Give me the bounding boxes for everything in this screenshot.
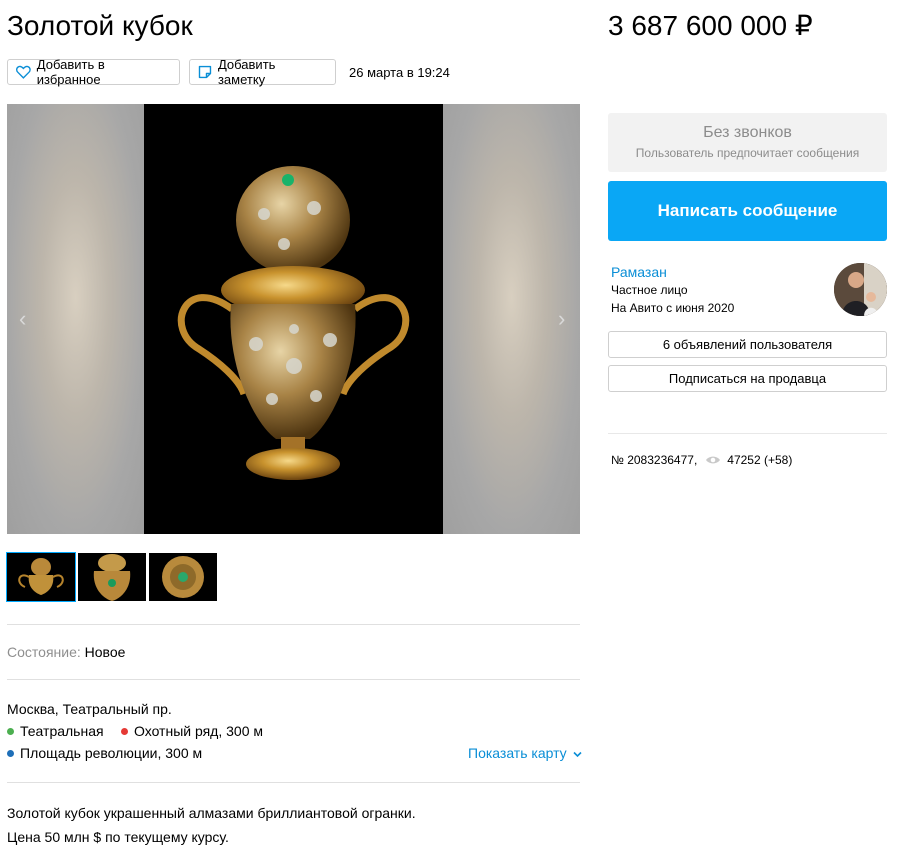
add-to-favorites-label: Добавить в избранное xyxy=(36,57,105,87)
divider xyxy=(608,433,887,434)
no-calls-title: Без звонков xyxy=(703,124,792,141)
view-count: 47252 (+58) xyxy=(727,453,793,467)
show-map-link[interactable]: Показать карту xyxy=(468,745,582,761)
no-calls-subtitle: Пользователь предпочитает сообщения xyxy=(635,146,860,160)
seller-type: Частное лицо xyxy=(611,283,688,297)
metro-dot xyxy=(121,728,128,735)
avatar[interactable] xyxy=(834,263,887,316)
chevron-left-icon[interactable]: ‹ xyxy=(19,308,26,330)
photo-gallery: ‹ › xyxy=(7,104,580,534)
main-photo[interactable] xyxy=(144,104,443,534)
metro-name: Площадь революции, 300 м xyxy=(20,745,203,761)
listing-date: 26 марта в 19:24 xyxy=(349,65,450,80)
listing-number: № 2083236477, xyxy=(611,453,698,467)
thumbnail-cup-image xyxy=(7,553,75,601)
metro-station: Охотный ряд, 300 м xyxy=(121,720,263,742)
golden-cup-image xyxy=(144,104,443,534)
metro-name: Охотный ряд, 300 м xyxy=(134,723,264,739)
metro-station: Театральная xyxy=(7,720,104,742)
listing-meta: № 2083236477, 47252 (+58) xyxy=(611,453,792,467)
show-map-label: Показать карту xyxy=(468,745,567,761)
add-to-favorites-button[interactable]: Добавить в избранное xyxy=(7,57,180,87)
subscribe-seller-button[interactable]: Подписаться на продавца xyxy=(608,365,887,392)
metro-dot xyxy=(7,728,14,735)
seller-name-link[interactable]: Рамазан xyxy=(611,264,667,280)
thumbnail-cup-top-image xyxy=(149,553,217,601)
seller-ads-button[interactable]: 6 объявлений пользователя xyxy=(608,331,887,358)
address: Москва, Театральный пр. xyxy=(7,701,172,717)
add-note-label: Добавить заметку xyxy=(217,57,276,87)
metro-station: Площадь революции, 300 м xyxy=(7,742,202,764)
metro-name: Театральная xyxy=(20,723,104,739)
description: Золотой кубок украшенный алмазами брилли… xyxy=(7,801,416,849)
chevron-right-icon[interactable]: › xyxy=(558,308,565,330)
eye-icon xyxy=(706,456,721,464)
heart-icon xyxy=(16,65,31,79)
description-line: Цена 50 млн $ по текущему курсу. xyxy=(7,829,229,845)
divider xyxy=(7,624,580,625)
avatar-image xyxy=(834,263,887,316)
seller-since: На Авито с июня 2020 xyxy=(611,301,735,315)
metro-dot xyxy=(7,750,14,757)
chevron-down-icon xyxy=(572,751,582,758)
gallery-blur-left xyxy=(7,104,144,534)
description-line: Золотой кубок украшенный алмазами брилли… xyxy=(7,805,416,821)
thumbnail-cup-closeup-image xyxy=(78,553,146,601)
condition-label: Состояние: xyxy=(7,644,81,660)
add-note-button[interactable]: Добавить заметку xyxy=(189,57,336,87)
no-calls-notice: Без звонков Пользователь предпочитает со… xyxy=(608,113,887,172)
price: 3 687 600 000 ₽ xyxy=(608,10,813,41)
note-icon xyxy=(198,65,212,79)
write-message-button[interactable]: Написать сообщение xyxy=(608,181,887,241)
thumbnail-1[interactable] xyxy=(6,552,76,602)
condition-value: Новое xyxy=(84,644,126,660)
divider xyxy=(7,679,580,680)
thumbnail-3[interactable] xyxy=(149,553,217,601)
condition-param: Состояние: Новое xyxy=(7,644,125,660)
divider xyxy=(7,782,580,783)
page-title: Золотой кубок xyxy=(7,10,193,41)
thumbnail-2[interactable] xyxy=(78,553,146,601)
